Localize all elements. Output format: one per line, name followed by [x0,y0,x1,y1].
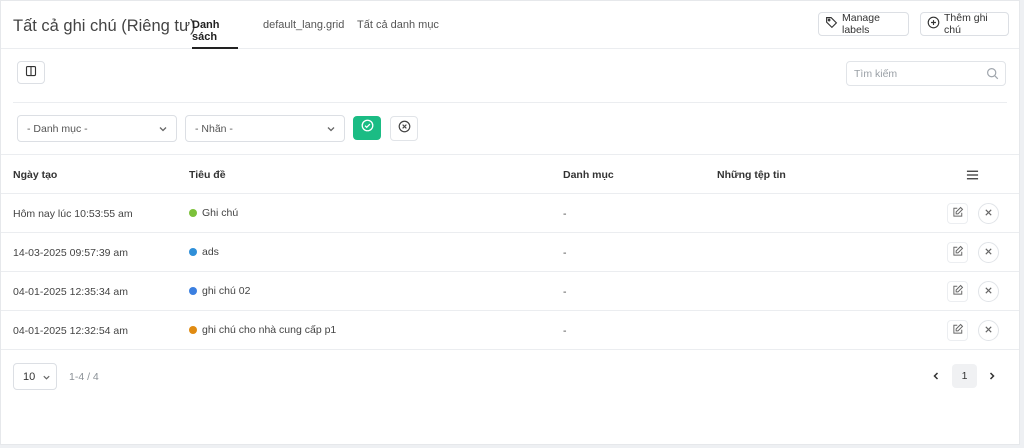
category-cell: - [563,208,567,220]
title-cell[interactable]: ghi chú cho nhà cung cấp p1 [189,324,336,336]
plus-circle-icon [927,16,940,32]
created-date-cell: Hôm nay lúc 10:53:55 am [13,208,133,220]
divider [13,102,1007,103]
chevron-down-icon [158,124,168,137]
chevron-left-icon [931,368,941,386]
note-title[interactable]: Ghi chú [202,207,238,219]
page-title: Tất cả ghi chú (Riêng tư) [13,17,196,35]
edit-button[interactable] [947,203,968,224]
previous-page-button[interactable] [927,368,945,386]
page-size-value: 10 [23,370,36,383]
edit-icon [952,245,964,260]
page-number-button[interactable]: 1 [952,364,977,388]
label-color-dot [189,287,197,295]
add-note-button[interactable]: Thêm ghi chú [920,12,1009,36]
label-color-dot [189,209,197,217]
edit-icon [952,284,964,299]
header: Tất cả ghi chú (Riêng tư) Danh sách defa… [1,1,1019,49]
label-filter-value: - Nhãn - [195,122,233,135]
close-icon [984,325,993,337]
chevron-right-icon [987,368,997,386]
label-color-dot [189,326,197,334]
column-header-files: Những tệp tin [717,169,786,181]
hamburger-menu-icon[interactable] [966,169,979,184]
edit-button[interactable] [947,320,968,341]
page-size-select[interactable]: 10 [13,363,57,390]
close-icon [984,286,993,298]
columns-icon [25,64,37,82]
title-cell[interactable]: ghi chú 02 [189,285,250,297]
edit-icon [952,323,964,338]
chevron-down-icon [42,373,51,385]
tab-grid[interactable]: default_lang.grid [263,19,344,49]
edit-button[interactable] [947,242,968,263]
table-row: 14-03-2025 09:57:39 am ads - [1,233,1019,272]
clear-filter-button[interactable] [390,116,418,141]
created-date-cell: 04-01-2025 12:35:34 am [13,286,129,298]
edit-button[interactable] [947,281,968,302]
close-icon [984,208,993,220]
search-input[interactable] [847,62,977,85]
delete-button[interactable] [978,320,999,341]
chevron-down-icon [326,124,336,137]
created-date-cell: 14-03-2025 09:57:39 am [13,247,129,259]
delete-button[interactable] [978,203,999,224]
pagination-range: 1-4 / 4 [69,371,99,383]
tab-all-categories[interactable]: Tất cả danh mục [357,19,439,49]
category-filter-select[interactable]: - Danh mục - [17,115,177,142]
add-note-label: Thêm ghi chú [944,12,988,36]
manage-labels-label: Manage labels [842,12,880,36]
table-row: Hôm nay lúc 10:53:55 am Ghi chú - [1,194,1019,233]
sidebar-toggle-button[interactable] [17,61,45,84]
title-cell[interactable]: Ghi chú [189,207,238,219]
manage-labels-button[interactable]: Manage labels [818,12,909,36]
category-cell: - [563,247,567,259]
check-circle-icon [361,119,374,137]
category-cell: - [563,286,567,298]
created-date-cell: 04-01-2025 12:32:54 am [13,325,129,337]
tab-list[interactable]: Danh sách [192,19,238,49]
x-circle-icon [398,120,411,138]
column-header-title[interactable]: Tiêu đề [189,169,226,181]
category-filter-value: - Danh mục - [27,122,88,135]
title-cell[interactable]: ads [189,246,219,258]
apply-filter-button[interactable] [353,116,381,140]
search-icon[interactable] [986,67,999,85]
note-title[interactable]: ads [202,246,219,258]
tag-icon [825,16,838,32]
table-row: 04-01-2025 12:35:34 am ghi chú 02 - [1,272,1019,311]
table-row: 04-01-2025 12:32:54 am ghi chú cho nhà cu… [1,311,1019,350]
notes-card: Tất cả ghi chú (Riêng tư) Danh sách defa… [0,0,1020,445]
note-title[interactable]: ghi chú cho nhà cung cấp p1 [202,324,336,336]
column-header-created-date[interactable]: Ngày tạo [13,169,57,181]
column-header-category[interactable]: Danh mục [563,169,614,181]
delete-button[interactable] [978,281,999,302]
category-cell: - [563,325,567,337]
note-title[interactable]: ghi chú 02 [202,285,250,297]
next-page-button[interactable] [983,368,1001,386]
table-header: Ngày tạo Tiêu đề Danh mục Những tệp tin [1,155,1019,194]
close-icon [984,247,993,259]
search-box [846,61,1006,86]
label-color-dot [189,248,197,256]
delete-button[interactable] [978,242,999,263]
edit-icon [952,206,964,221]
label-filter-select[interactable]: - Nhãn - [185,115,345,142]
